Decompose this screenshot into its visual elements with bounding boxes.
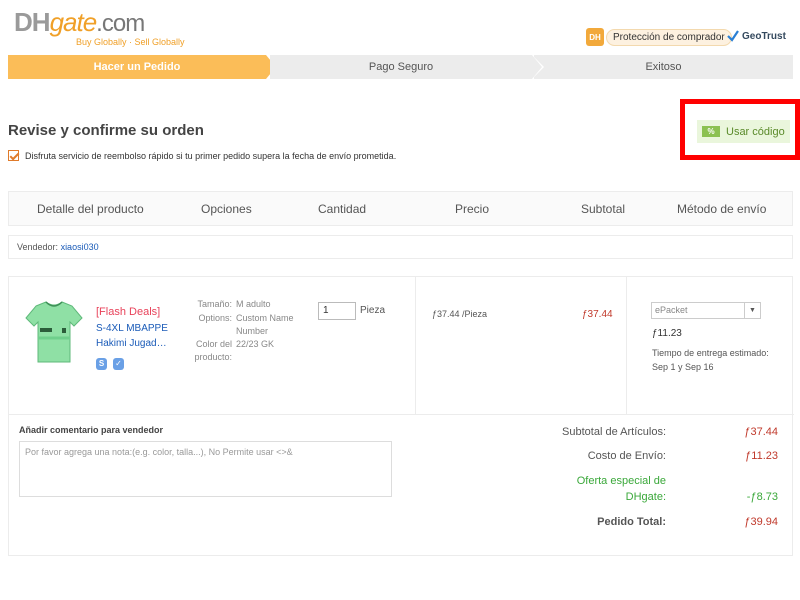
refund-option[interactable]: Disfruta servicio de reembolso rápido si… — [8, 150, 396, 161]
product-title-line-2[interactable]: S-4XL MBAPPE — [96, 323, 168, 334]
item-subtotal: ƒ37.44 — [582, 309, 613, 320]
quantity-input[interactable]: 1 — [318, 302, 356, 320]
refund-option-label: Disfruta servicio de reembolso rápido si… — [25, 150, 397, 161]
order-table-header: Detalle del producto Opciones Cantidad P… — [8, 191, 793, 226]
refund-checkbox[interactable] — [8, 150, 19, 161]
order-total-value: ƒ39.94 — [744, 516, 778, 528]
geotrust-label: GeoTrust — [742, 30, 786, 42]
order-total-label: Pedido Total: — [597, 516, 666, 528]
vendor-label: Vendedor: — [17, 242, 59, 252]
comment-label: Añadir comentario para vendedor — [19, 425, 164, 435]
special-offer-label-line-2: DHgate: — [625, 491, 666, 503]
buyer-protection-label: Protección de comprador — [606, 28, 732, 46]
product-title-line-1[interactable]: [Flash Deals] — [96, 306, 160, 318]
dhgate-logo[interactable]: DHgate.com Buy Globally · Sell Globally — [14, 8, 189, 48]
color-label-line-1: Color del — [195, 339, 232, 349]
column-options: Opciones — [201, 202, 252, 216]
logo-gate-text: gate — [49, 7, 98, 37]
step-place-order: Hacer un Pedido — [8, 55, 276, 79]
color-value: 22/23 GK — [236, 339, 275, 349]
vendor-row: Vendedor: xiaosi030 — [8, 235, 793, 259]
logo-dh-text: DH — [14, 7, 51, 37]
items-subtotal-label: Subtotal de Artículos: — [562, 426, 666, 438]
verified-icon: ✓ — [113, 358, 124, 370]
column-price: Precio — [455, 202, 490, 216]
column-quantity: Cantidad — [318, 202, 367, 216]
column-shipping-method: Método de envío — [677, 202, 767, 216]
product-badges: S ✓ — [96, 358, 124, 370]
shipping-cost-value: ƒ11.23 — [745, 450, 778, 462]
product-thumbnail[interactable] — [22, 298, 86, 368]
shipping-cost-label: Costo de Envío: — [587, 450, 666, 462]
column-divider — [415, 277, 416, 414]
safe-shield-icon: S — [96, 358, 107, 370]
vendor-link[interactable]: xiaosi030 — [61, 242, 99, 252]
logo-dotcom-text: .com — [96, 10, 145, 37]
special-offer-value: -ƒ8.73 — [746, 491, 778, 503]
color-label-line-2: producto: — [194, 352, 232, 362]
size-value: M adulto — [236, 299, 271, 309]
column-product-detail: Detalle del producto — [37, 202, 144, 216]
page-title: Revise y confirme su orden — [8, 122, 204, 139]
options-label: Options: — [198, 313, 232, 323]
shipping-method-value: ePacket — [655, 305, 688, 315]
step-success: Exitoso — [534, 55, 793, 79]
comment-textarea[interactable]: Por favor agrega una nota:(e.g. color, t… — [19, 441, 392, 497]
step-secure-payment: Pago Seguro — [270, 55, 544, 79]
geotrust-check-icon — [727, 30, 739, 42]
logo-tagline: Buy Globally · Sell Globally — [76, 37, 185, 47]
unit-price: ƒ37.44 /Pieza — [432, 309, 488, 319]
column-divider — [626, 277, 627, 414]
options-value-line-1: Custom Name — [236, 313, 294, 323]
geotrust-badge[interactable]: GeoTrust — [727, 30, 786, 42]
options-value-line-2: Number — [236, 326, 269, 336]
chevron-down-icon: ▼ — [744, 303, 760, 318]
size-label: Tamaño: — [197, 299, 232, 309]
dh-shield-icon: DH — [586, 28, 604, 46]
shipping-cost: ƒ11.23 — [652, 328, 682, 339]
shipping-method-select[interactable]: ePacket ▼ — [651, 302, 761, 319]
quantity-unit: Pieza — [360, 305, 386, 316]
use-coupon-button[interactable]: % Usar código — [697, 120, 790, 143]
use-coupon-label: Usar código — [726, 125, 785, 138]
row-divider — [9, 414, 794, 415]
product-title-line-3[interactable]: Hakimi Jugad… — [96, 338, 167, 349]
buyer-protection-badge[interactable]: DH Protección de comprador — [586, 28, 732, 46]
delivery-time: Tiempo de entrega estimado: Sep 1 y Sep … — [652, 348, 769, 372]
checkout-steps: Hacer un Pedido Pago Seguro Exitoso — [8, 55, 793, 79]
items-subtotal-value: ƒ37.44 — [744, 426, 778, 438]
special-offer-label-line-1: Oferta especial de — [576, 475, 666, 487]
column-subtotal: Subtotal — [581, 202, 626, 216]
coupon-icon: % — [702, 126, 720, 137]
